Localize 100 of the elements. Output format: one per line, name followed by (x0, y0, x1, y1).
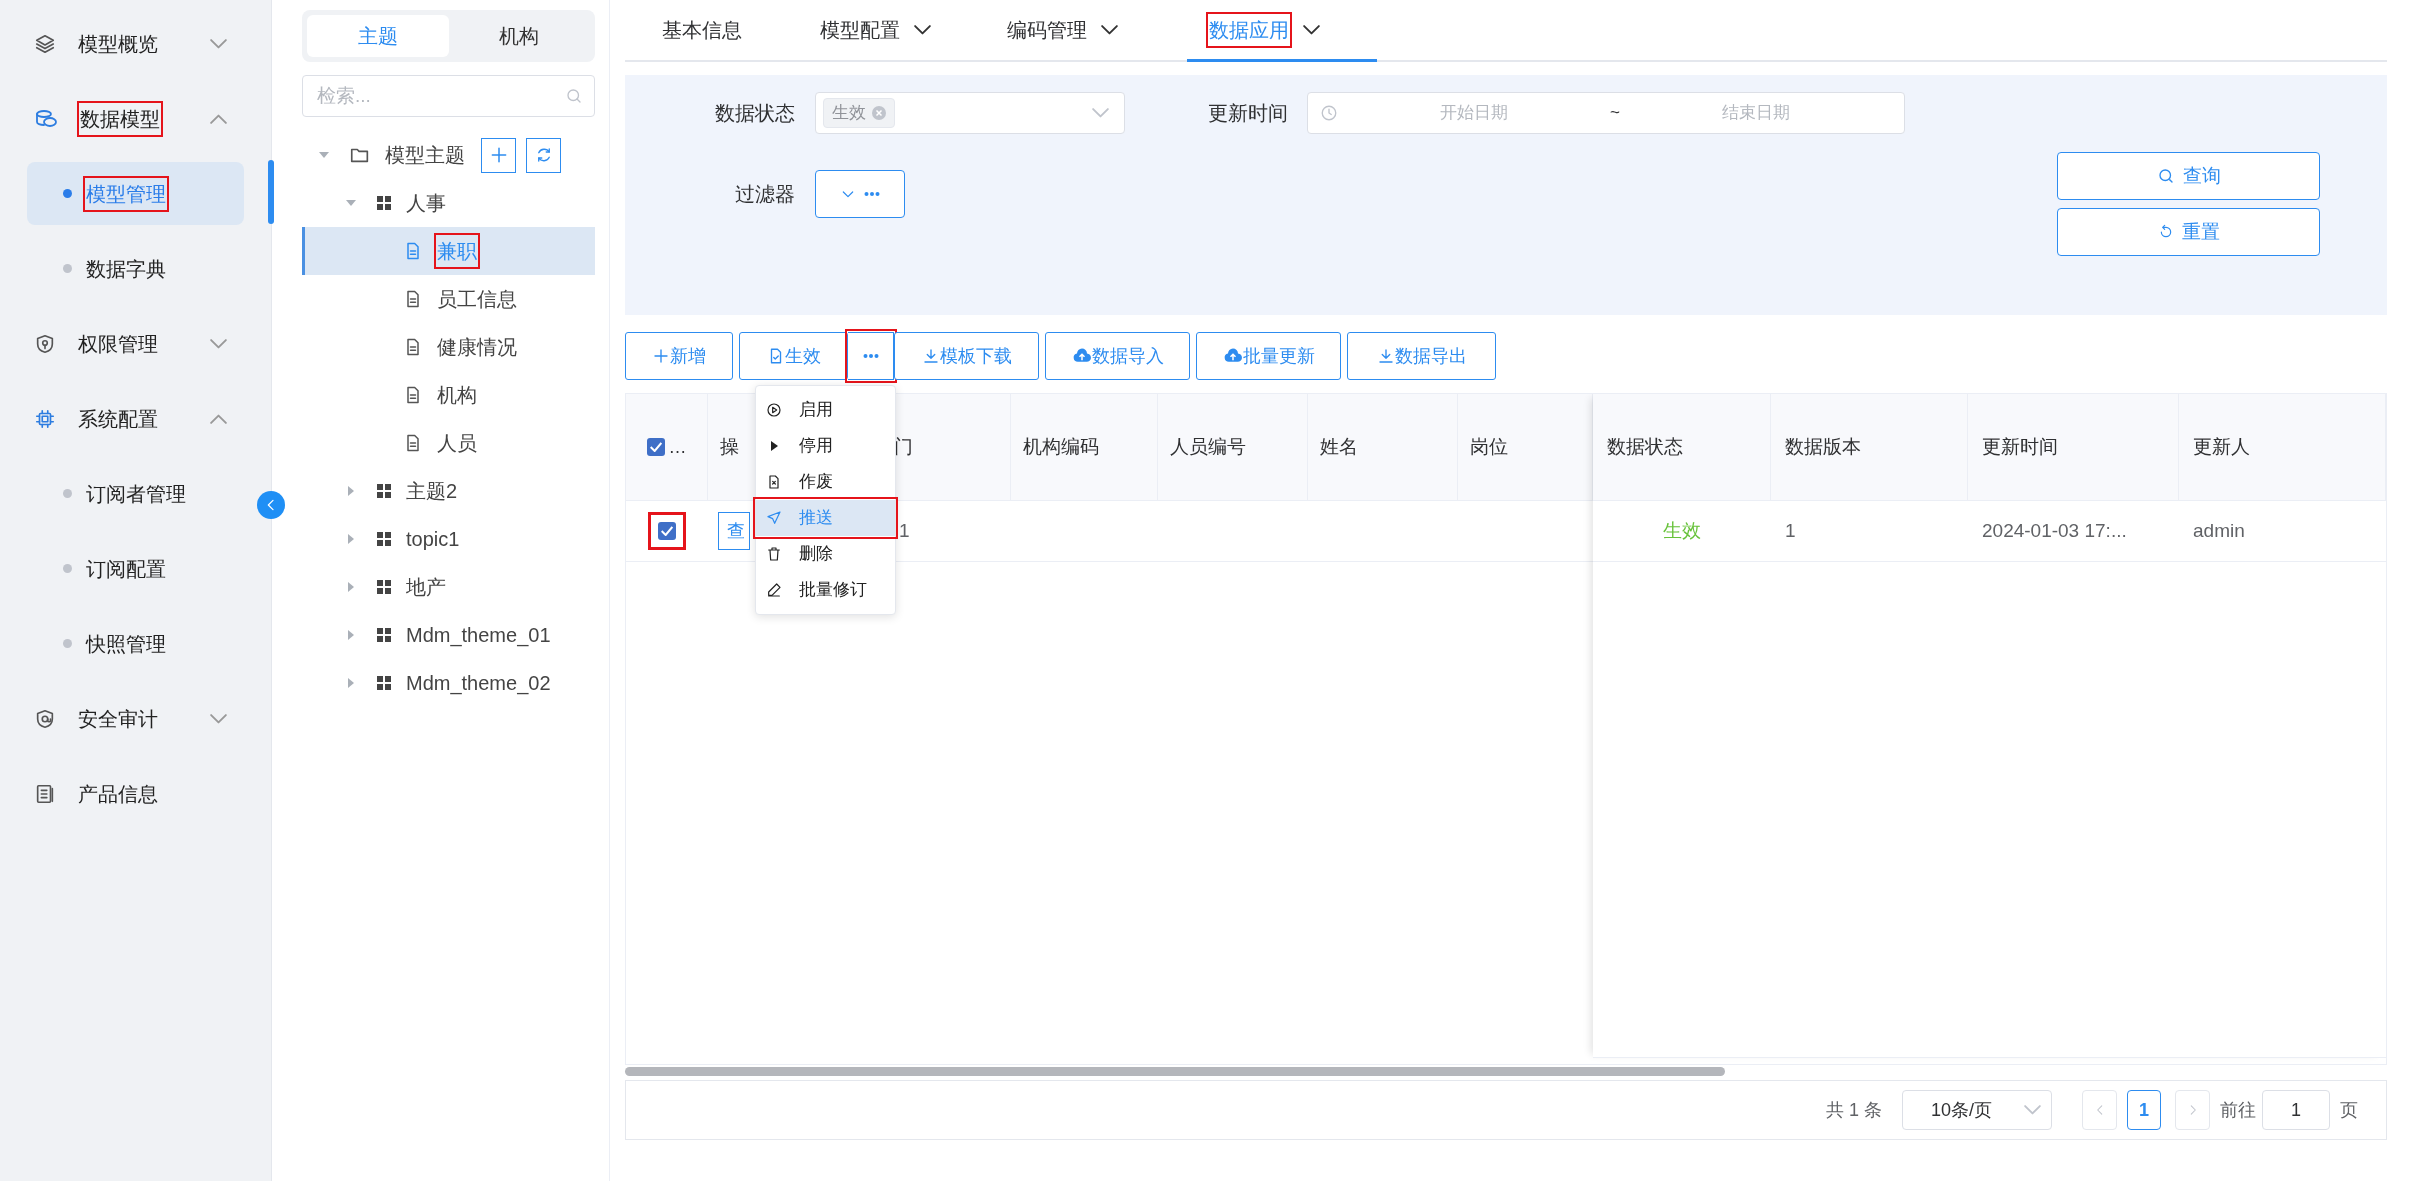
tree-node[interactable]: 机构 (302, 371, 595, 419)
total-count: 共 1 条 (1826, 1098, 1882, 1122)
reset-button[interactable]: 重置 (2057, 208, 2320, 256)
column-header: 岗位 (1470, 434, 1508, 459)
bullet-icon (63, 639, 72, 648)
search-icon (565, 87, 583, 105)
menu-item[interactable]: 批量修订 (756, 572, 895, 608)
sidebar-item[interactable]: 安全审计 (0, 681, 271, 756)
tree-node[interactable]: Mdm_theme_01 (302, 611, 595, 659)
pen-icon (766, 582, 782, 598)
collapse-button[interactable] (257, 491, 285, 519)
play-circle-icon (766, 402, 782, 418)
grid-icon (376, 195, 392, 211)
bullet-icon (63, 264, 72, 273)
status-tag: 生效 (823, 98, 895, 128)
chevron-up-icon (210, 413, 227, 424)
toolbar-button[interactable]: 数据导入 (1045, 332, 1190, 380)
horizontal-scrollbar[interactable] (625, 1067, 1725, 1076)
refresh-button[interactable] (526, 137, 561, 173)
field-label: 数据状态 (714, 101, 795, 126)
sidebar-item[interactable]: 权限管理 (0, 306, 271, 381)
view-button[interactable]: 查 (718, 512, 750, 550)
active-indicator (268, 160, 274, 224)
column-header: 更新时间 (1982, 434, 2058, 459)
previous-page-button[interactable] (2082, 1090, 2117, 1130)
tree-tab[interactable]: 机构 (448, 15, 590, 57)
next-page-button[interactable] (2175, 1090, 2210, 1130)
sidebar-subitem[interactable]: 快照管理 (27, 612, 244, 675)
tree-node[interactable]: 主题2 (302, 467, 595, 515)
column-header: 人员编号 (1170, 434, 1246, 459)
tree-node[interactable]: 人事 (302, 179, 595, 227)
date-range-field[interactable]: 开始日期 ~ 结束日期 (1307, 92, 1905, 134)
trash-icon (766, 546, 782, 562)
shield-at-icon (34, 707, 56, 730)
column-header: 机构编码 (1023, 434, 1099, 459)
chevron-down-icon (210, 338, 227, 349)
search-icon (2156, 167, 2175, 185)
menu-item[interactable]: 启用 (756, 392, 895, 428)
close-icon[interactable] (872, 106, 886, 120)
toolbar-button[interactable]: 批量更新 (1196, 332, 1341, 380)
sidebar-subitem[interactable]: 订阅者管理 (27, 462, 244, 525)
toolbar-button[interactable]: 新增 (625, 332, 733, 380)
table-cell-text: 生效 (1663, 518, 1701, 543)
shield-icon (34, 332, 56, 355)
plus-icon (652, 347, 670, 365)
tree-node[interactable]: 员工信息 (302, 275, 595, 323)
chevron-down-icon (210, 38, 227, 49)
page-size-select[interactable]: 10条/页 (1902, 1090, 2052, 1130)
tree-node[interactable]: Mdm_theme_02 (302, 659, 595, 707)
check-icon (661, 526, 673, 536)
layers-icon (34, 32, 56, 55)
menu-item[interactable]: 停用 (756, 428, 895, 464)
filter-button[interactable] (815, 170, 905, 218)
tab[interactable]: 模型配置 (820, 0, 1007, 62)
grid-icon (376, 531, 392, 547)
table-cell-text: 1 (899, 518, 910, 543)
menu-item[interactable]: 删除 (756, 536, 895, 572)
sidebar-item[interactable]: 模型概览 (0, 6, 271, 81)
column-header: 数据状态 (1607, 434, 1683, 459)
chevron-down-icon (914, 24, 931, 35)
table-cell-text: 1 (1785, 518, 1796, 543)
grid-icon (376, 579, 392, 595)
field-label: 更新时间 (1207, 101, 1288, 126)
bullet-icon (63, 189, 72, 198)
goto-page-field[interactable]: 1 (2262, 1090, 2330, 1130)
tab[interactable]: 编码管理 (1007, 0, 1187, 62)
checkbox[interactable] (646, 438, 665, 456)
tree-node[interactable]: topic1 (302, 515, 595, 563)
more-button[interactable] (848, 332, 894, 380)
tab[interactable]: 基本信息 (662, 0, 820, 62)
table-cell-text: 2024-01-03 17:... (1982, 518, 2127, 543)
add-button[interactable] (481, 137, 516, 173)
sidebar-subitem[interactable]: 数据字典 (27, 237, 244, 300)
sidebar-item[interactable]: 系统配置 (0, 381, 271, 456)
search-field[interactable]: 检索... (302, 75, 595, 117)
send-icon (766, 510, 782, 526)
column-header: … (668, 435, 687, 459)
grid-icon (376, 675, 392, 691)
tab[interactable]: 数据应用 (1187, 0, 1377, 62)
table-cell-text: admin (2193, 518, 2245, 543)
more-icon (862, 353, 879, 359)
column-header: 操 (720, 434, 739, 459)
column-header: 数据版本 (1785, 434, 1861, 459)
chevron-down-icon (1092, 108, 1109, 118)
sidebar-item[interactable]: 数据模型 (0, 81, 271, 156)
tree-node[interactable]: 地产 (302, 563, 595, 611)
toolbar-button[interactable]: 生效 (739, 332, 848, 380)
menu-item[interactable]: 作废 (756, 464, 895, 500)
checkbox[interactable] (658, 522, 676, 540)
goto-label: 前往 (2220, 1098, 2256, 1122)
field-label: 过滤器 (734, 182, 795, 207)
sidebar-item[interactable]: 产品信息 (0, 756, 271, 831)
tree-node[interactable]: 模型主题 (302, 131, 595, 179)
tree-node[interactable]: 健康情况 (302, 323, 595, 371)
toolbar-button[interactable]: 模板下载 (894, 332, 1039, 380)
tree-node[interactable]: 人员 (302, 419, 595, 467)
chevron-up-icon (210, 113, 227, 124)
sidebar-subitem[interactable]: 订阅配置 (27, 537, 244, 600)
check-icon (649, 442, 662, 452)
query-button[interactable]: 查询 (2057, 152, 2320, 200)
